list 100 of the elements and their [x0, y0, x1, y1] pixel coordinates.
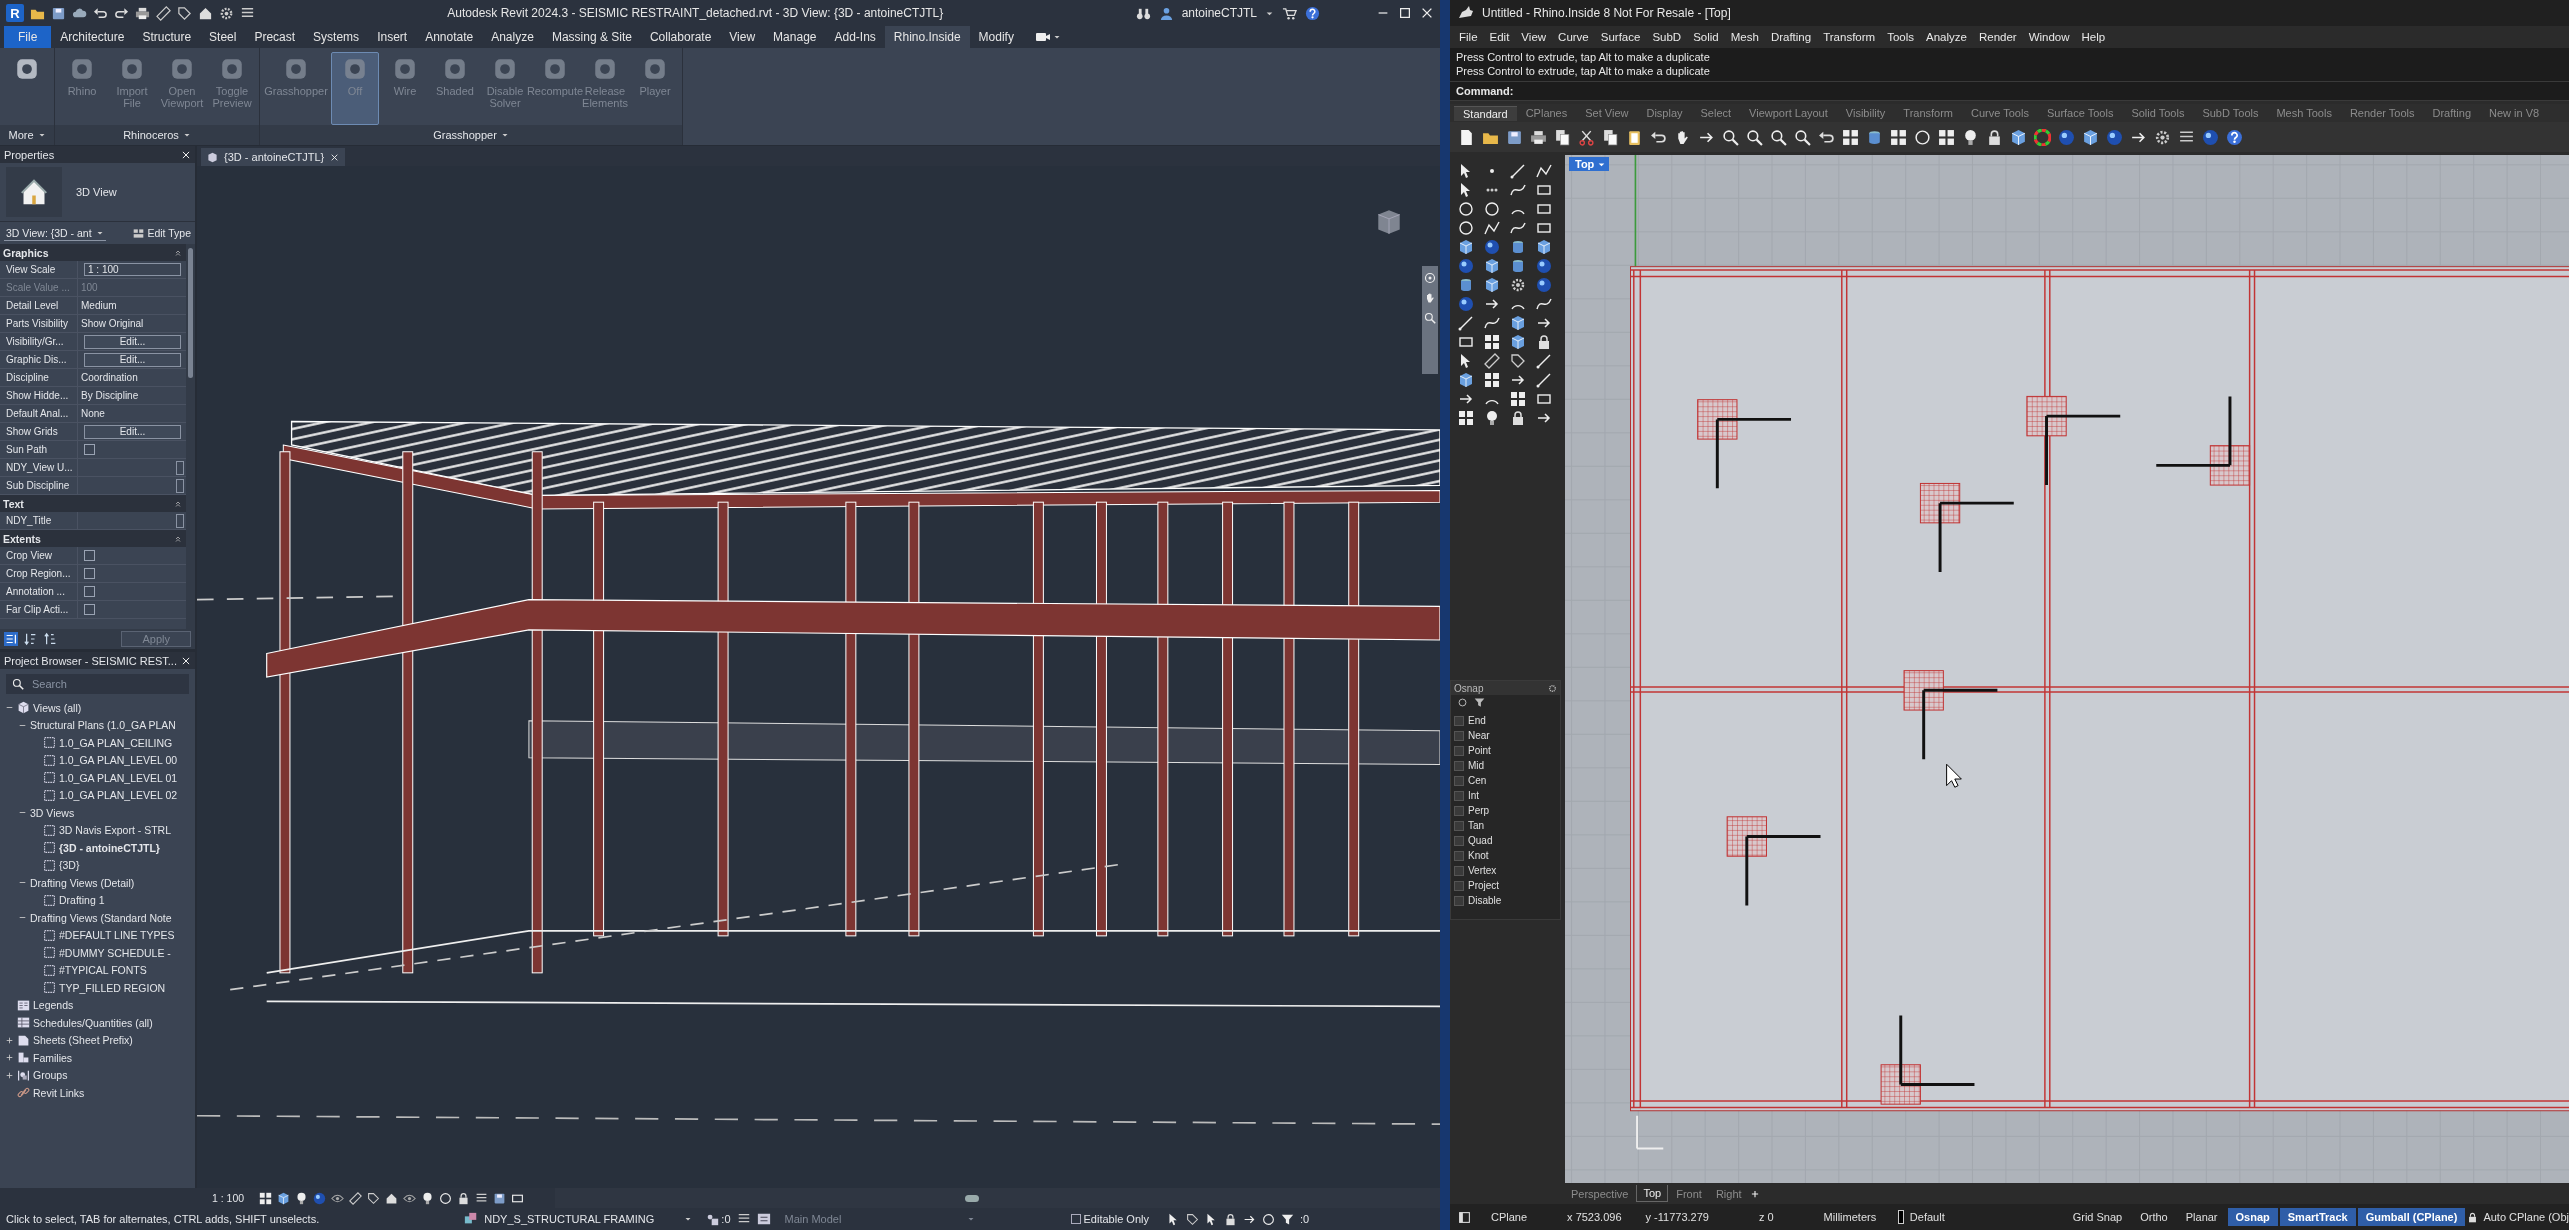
gear-icon[interactable] — [1548, 683, 1557, 693]
cylinder-icon[interactable] — [1866, 128, 1883, 146]
scrollbar[interactable] — [186, 244, 195, 629]
sphere-icon[interactable] — [2058, 128, 2075, 146]
viewport-tab[interactable]: Front — [1670, 1185, 1708, 1202]
ribbon-tab[interactable]: Manage — [764, 26, 826, 48]
menu-item[interactable]: Tools — [1881, 31, 1920, 43]
parameter-button[interactable] — [176, 478, 184, 493]
menu-item[interactable]: Render — [1972, 31, 2023, 43]
gear-icon[interactable] — [2154, 128, 2171, 146]
four-squares-icon[interactable] — [1842, 128, 1859, 146]
view-tab[interactable]: {3D - antoineCTJTL} — [201, 148, 346, 166]
cylinder-icon[interactable] — [1458, 277, 1474, 293]
target-icon[interactable] — [1457, 697, 1468, 708]
plus-icon[interactable] — [1749, 1188, 1760, 1199]
toolbar-tab[interactable]: Viewport Layout — [1740, 106, 1837, 120]
ruler-icon[interactable] — [156, 5, 171, 21]
menu-item[interactable]: Surface — [1594, 31, 1647, 43]
toolbar-tab[interactable]: Solid Tools — [2122, 106, 2194, 120]
checkbox[interactable] — [84, 444, 95, 455]
toolbar-tab[interactable]: New in V8 — [2480, 106, 2549, 120]
ribbon-tab[interactable]: Precast — [245, 26, 305, 48]
toolbar-tab[interactable]: Select — [1691, 106, 1741, 120]
osnap-option[interactable]: Point — [1468, 745, 1491, 756]
collapse-icon[interactable] — [174, 499, 182, 508]
viewport-tab[interactable]: Right — [1709, 1185, 1748, 1202]
status-toggle[interactable]: Osnap — [2227, 1208, 2278, 1226]
property-value[interactable]: Coordination — [81, 372, 138, 383]
ribbon-tab[interactable]: Rhino.Inside — [884, 26, 970, 48]
house-icon[interactable] — [198, 5, 213, 21]
gear-icon[interactable] — [1510, 277, 1526, 293]
collapse-icon[interactable] — [174, 534, 182, 543]
plus-icon[interactable] — [4, 1070, 14, 1080]
line-icon[interactable] — [1536, 353, 1552, 369]
status-toggle[interactable]: Grid Snap — [2064, 1208, 2131, 1226]
layer-name[interactable]: Default — [1909, 1211, 1945, 1223]
rectangle-icon[interactable] — [1536, 220, 1552, 236]
checkbox[interactable] — [84, 586, 95, 597]
checkbox[interactable] — [84, 550, 95, 561]
rectangle-icon[interactable] — [1536, 201, 1552, 217]
magnifier-icon[interactable] — [1770, 128, 1787, 146]
tree-item[interactable]: 1.0_GA PLAN_LEVEL 02 — [59, 789, 178, 802]
osnap-option[interactable]: Vertex — [1468, 865, 1497, 876]
pages-icon[interactable] — [1554, 128, 1571, 146]
magnifier-icon[interactable] — [1794, 128, 1811, 146]
four-squares-icon[interactable] — [1484, 372, 1500, 388]
value-field[interactable]: 1 : 100 — [84, 263, 181, 276]
tag-icon[interactable] — [367, 1191, 381, 1205]
rectangle-icon[interactable] — [1536, 391, 1552, 407]
osnap-option[interactable]: Project — [1468, 880, 1500, 891]
line-icon[interactable] — [1510, 163, 1526, 179]
document-icon[interactable] — [1458, 128, 1475, 146]
horizontal-scrollbar[interactable] — [555, 1188, 1440, 1208]
ribbon-tab[interactable]: Add-Ins — [825, 26, 885, 48]
curve-icon[interactable] — [1536, 296, 1552, 312]
pages-icon[interactable] — [1602, 128, 1619, 146]
filter-icon[interactable] — [1280, 1212, 1294, 1226]
four-squares-icon[interactable] — [259, 1191, 273, 1205]
osnap-option[interactable]: Disable — [1468, 895, 1502, 906]
section-header[interactable]: Graphics — [0, 244, 186, 261]
sphere-icon[interactable] — [2202, 128, 2219, 146]
tree-item[interactable]: Schedules/Quantities (all) — [33, 1016, 153, 1029]
magnifier-icon[interactable] — [1722, 128, 1739, 146]
viewport-tab[interactable]: Perspective — [1565, 1185, 1635, 1202]
checkbox[interactable] — [1454, 820, 1464, 831]
tree-item[interactable]: 3D Navis Export - STRL — [59, 824, 172, 837]
navigation-bar[interactable] — [1422, 266, 1438, 374]
toolbar-tab[interactable]: Surface Tools — [2037, 106, 2123, 120]
property-value[interactable]: None — [81, 408, 105, 419]
view-scale[interactable]: 1 : 100 — [212, 1192, 245, 1204]
checkbox-label[interactable]: Editable Only — [1083, 1213, 1149, 1225]
toolbar-tab[interactable]: Display — [1637, 106, 1692, 120]
edit-button[interactable]: Edit... — [84, 352, 181, 367]
search-input[interactable]: Search — [30, 677, 154, 691]
color-wheel-icon[interactable] — [2034, 128, 2051, 146]
panel-title[interactable]: Grasshopper — [260, 125, 682, 145]
osnap-option[interactable]: Quad — [1468, 835, 1493, 846]
tree-item[interactable]: Drafting 1 — [59, 894, 105, 907]
tree-item[interactable]: #DEFAULT LINE TYPES — [59, 929, 175, 942]
menu-item[interactable]: Solid — [1687, 31, 1725, 43]
design-options-icon[interactable] — [756, 1212, 771, 1226]
panel-icon[interactable] — [1458, 1210, 1471, 1224]
cart-icon[interactable] — [1282, 5, 1297, 21]
osnap-option[interactable]: Knot — [1468, 850, 1489, 861]
caret-icon[interactable] — [182, 131, 191, 139]
tag-icon[interactable] — [1185, 1212, 1199, 1226]
menu-item[interactable]: Curve — [1552, 31, 1595, 43]
collapse-icon[interactable] — [174, 248, 182, 257]
checkbox[interactable] — [1454, 715, 1464, 726]
help-icon[interactable] — [1305, 5, 1320, 21]
osnap-option[interactable]: Mid — [1468, 760, 1485, 771]
units-label[interactable]: Millimeters — [1823, 1211, 1877, 1223]
checkbox[interactable] — [1454, 805, 1464, 816]
edit-button[interactable]: Edit... — [84, 424, 181, 439]
line-icon[interactable] — [1536, 372, 1552, 388]
panel-title[interactable]: More — [0, 125, 54, 145]
checkbox[interactable] — [1454, 850, 1464, 861]
status-toggle[interactable]: Gumball (CPlane) — [2357, 1208, 2466, 1226]
plus-icon[interactable] — [4, 1053, 14, 1063]
property-value[interactable]: By Discipline — [81, 390, 139, 401]
